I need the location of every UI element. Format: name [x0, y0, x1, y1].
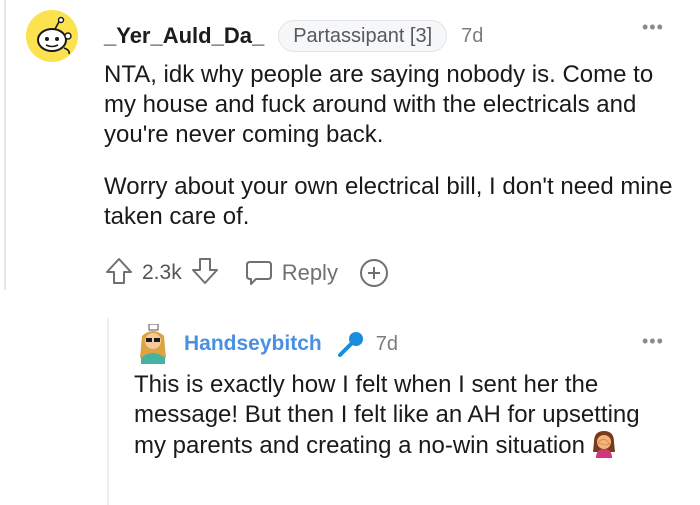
user-flair: Partassipant [3]: [278, 20, 448, 52]
mic-icon: [336, 329, 366, 359]
username-2[interactable]: Handseybitch: [184, 332, 322, 356]
award-button[interactable]: [359, 259, 388, 287]
comment-actions: 2.3k Reply: [104, 256, 388, 290]
thread-line[interactable]: [4, 0, 6, 290]
reply-thread-line[interactable]: [107, 318, 109, 505]
avatar-character-icon: [140, 324, 166, 364]
comment-age: 7d: [461, 24, 484, 47]
reply-icon: [245, 261, 272, 285]
more-options-button[interactable]: •••: [642, 18, 664, 36]
upvote-icon[interactable]: [104, 256, 134, 291]
comment-header: _Yer_Auld_Da_ Partassipant [3] 7d: [26, 10, 483, 62]
comment-paragraph-1: NTA, idk why people are saying nobody is…: [104, 61, 654, 148]
award-icon: [367, 267, 380, 279]
reply-text: This is exactly how I felt when I sent h…: [134, 371, 640, 459]
user-avatar[interactable]: [26, 10, 78, 62]
user-avatar-2[interactable]: [134, 324, 172, 364]
facepalm-emoji-icon: [591, 430, 617, 466]
reply-button[interactable]: Reply: [244, 259, 338, 287]
snoo-avatar-icon: [37, 16, 72, 55]
reply-age: 7d: [375, 332, 398, 355]
more-options-button-2[interactable]: •••: [642, 332, 664, 350]
vote-count: 2.3k: [142, 261, 182, 284]
downvote-icon[interactable]: [190, 256, 220, 291]
reply-label: Reply: [281, 260, 338, 285]
reply-header: Handseybitch 7d: [134, 324, 398, 364]
reply-text-container: This is exactly how I felt when I sent h…: [134, 370, 674, 466]
username[interactable]: _Yer_Auld_Da_: [104, 23, 264, 49]
comment-paragraph-2: Worry about your own electrical bill, I …: [104, 173, 673, 230]
